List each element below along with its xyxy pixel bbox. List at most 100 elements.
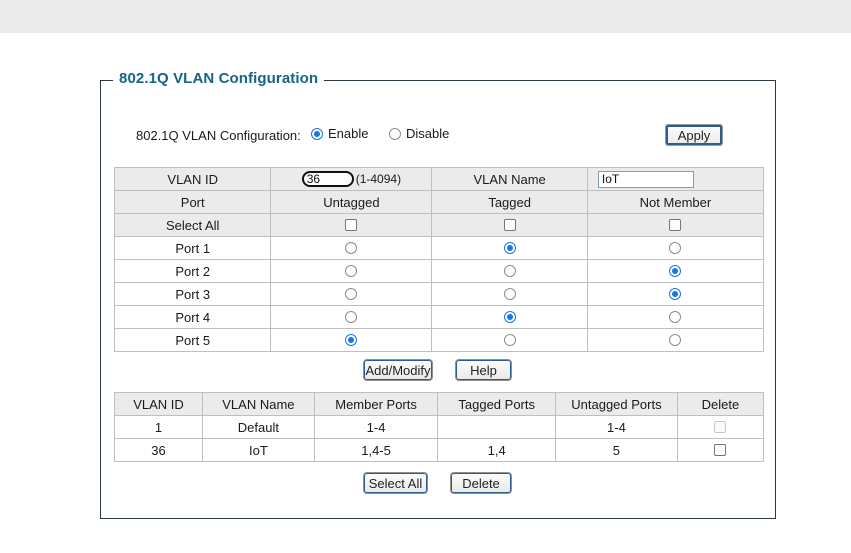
port-row: Port 1 <box>113 236 765 260</box>
radio-port1-tagged[interactable] <box>503 242 516 254</box>
radio-port2-untagged[interactable] <box>345 265 358 277</box>
radio-port4-not-member[interactable] <box>669 311 682 323</box>
select-all-not-member-cell <box>586 213 765 237</box>
radio-port5-untagged[interactable] <box>345 334 358 346</box>
vlan-id-header: VLAN ID <box>113 167 272 191</box>
column-header-not-member: Not Member <box>586 190 765 214</box>
port-tagged-cell <box>431 305 588 329</box>
column-header-tagged: Tagged <box>431 190 588 214</box>
column-header-port: Port <box>113 190 272 214</box>
summary-member-ports: 1,4-5 <box>313 438 439 462</box>
port-not-member-cell <box>586 328 765 352</box>
delete-checkbox-row2[interactable] <box>714 444 727 456</box>
radio-port1-untagged[interactable] <box>345 242 358 254</box>
select-all-untagged-checkbox[interactable] <box>345 219 358 231</box>
radio-port3-tagged[interactable] <box>503 288 516 300</box>
delete-button[interactable]: Delete <box>450 472 512 494</box>
vlan-id-row: VLAN ID (1-4094) VLAN Name <box>113 167 765 191</box>
port-untagged-cell <box>270 282 433 306</box>
radio-enable-label: Enable <box>328 126 369 141</box>
page-title: 802.1Q VLAN Configuration <box>113 70 325 87</box>
radio-port2-not-member[interactable] <box>669 265 682 277</box>
radio-port4-tagged[interactable] <box>503 311 516 323</box>
summary-header-vlan-id: VLAN ID <box>113 392 204 416</box>
radio-port3-not-member[interactable] <box>669 288 682 300</box>
port-rows-body: Port 1 Port 2 Port 3 Port 4 Port 5 <box>113 236 765 352</box>
column-header-untagged: Untagged <box>270 190 433 214</box>
summary-header-delete: Delete <box>676 392 765 416</box>
vlan-configuration-panel: 802.1Q VLAN Configuration 802.1Q VLAN Co… <box>100 70 776 519</box>
summary-delete-cell <box>676 438 765 462</box>
port-not-member-cell <box>586 305 765 329</box>
summary-vlan-id: 1 <box>113 415 204 439</box>
port-not-member-cell <box>586 282 765 306</box>
port-not-member-cell <box>586 236 765 260</box>
radio-port2-tagged[interactable] <box>503 265 516 277</box>
vlan-id-range-hint: (1-4094) <box>355 172 402 186</box>
summary-untagged-ports: 1-4 <box>555 415 678 439</box>
port-tagged-cell <box>431 328 588 352</box>
add-modify-button[interactable]: Add/Modify <box>363 359 433 381</box>
radio-port1-not-member[interactable] <box>669 242 682 254</box>
port-label: Port 5 <box>113 328 272 352</box>
summary-header-untagged-ports: Untagged Ports <box>555 392 678 416</box>
vlan-summary-body: 1 Default 1-4 1-4 36 IoT 1,4-5 1,4 5 <box>113 415 765 462</box>
table-row: 36 IoT 1,4-5 1,4 5 <box>113 438 765 462</box>
page-body: 802.1Q VLAN Configuration 802.1Q VLAN Co… <box>0 33 851 553</box>
vlan-id-input[interactable] <box>301 171 354 187</box>
port-tagged-cell <box>431 236 588 260</box>
summary-delete-cell <box>676 415 765 439</box>
port-row: Port 5 <box>113 328 765 352</box>
radio-option-disable[interactable]: Disable <box>389 126 449 141</box>
port-tagged-cell <box>431 282 588 306</box>
port-row: Port 2 <box>113 259 765 283</box>
browser-top-band <box>0 0 851 33</box>
select-all-not-member-checkbox[interactable] <box>669 219 682 231</box>
vlan-name-input[interactable] <box>597 170 694 188</box>
port-not-member-cell <box>586 259 765 283</box>
summary-tagged-ports <box>437 415 557 439</box>
select-all-label: Select All <box>113 213 272 237</box>
help-button[interactable]: Help <box>455 359 512 381</box>
port-untagged-cell <box>270 236 433 260</box>
radio-port5-not-member[interactable] <box>669 334 682 346</box>
vlan-name-input-cell <box>586 167 765 191</box>
summary-member-ports: 1-4 <box>313 415 439 439</box>
port-row: Port 3 <box>113 282 765 306</box>
summary-untagged-ports: 5 <box>555 438 678 462</box>
port-tagged-cell <box>431 259 588 283</box>
summary-vlan-name: IoT <box>202 438 315 462</box>
select-all-button[interactable]: Select All <box>363 472 428 494</box>
port-action-buttons: Add/Modify Help <box>363 359 512 381</box>
summary-header-vlan-name: VLAN Name <box>202 392 315 416</box>
select-all-untagged-cell <box>270 213 433 237</box>
delete-checkbox-row1 <box>714 421 727 433</box>
radio-enable-icon[interactable] <box>311 127 323 140</box>
vlan-mode-label: 802.1Q VLAN Configuration: <box>136 128 301 143</box>
radio-port4-untagged[interactable] <box>345 311 358 323</box>
port-untagged-cell <box>270 328 433 352</box>
port-label: Port 2 <box>113 259 272 283</box>
summary-header-row: VLAN ID VLAN Name Member Ports Tagged Po… <box>113 392 765 416</box>
apply-button[interactable]: Apply <box>665 124 723 146</box>
summary-header-tagged-ports: Tagged Ports <box>437 392 557 416</box>
radio-port5-tagged[interactable] <box>503 334 516 346</box>
port-row: Port 4 <box>113 305 765 329</box>
summary-vlan-name: Default <box>202 415 315 439</box>
vlan-id-input-cell: (1-4094) <box>270 167 433 191</box>
select-all-row: Select All <box>113 213 765 237</box>
vlan-port-configuration-table: VLAN ID (1-4094) VLAN Name Port Untagged <box>113 167 765 352</box>
port-label: Port 3 <box>113 282 272 306</box>
radio-option-enable[interactable]: Enable <box>311 126 368 141</box>
select-all-tagged-cell <box>431 213 588 237</box>
port-untagged-cell <box>270 305 433 329</box>
radio-disable-icon[interactable] <box>389 127 401 140</box>
vlan-summary-table: VLAN ID VLAN Name Member Ports Tagged Po… <box>113 392 765 462</box>
radio-port3-untagged[interactable] <box>345 288 358 300</box>
summary-tagged-ports: 1,4 <box>437 438 557 462</box>
vlan-name-header: VLAN Name <box>431 167 588 191</box>
summary-vlan-id: 36 <box>113 438 204 462</box>
select-all-tagged-checkbox[interactable] <box>503 219 516 231</box>
summary-header-member-ports: Member Ports <box>313 392 439 416</box>
radio-disable-label: Disable <box>406 126 450 141</box>
